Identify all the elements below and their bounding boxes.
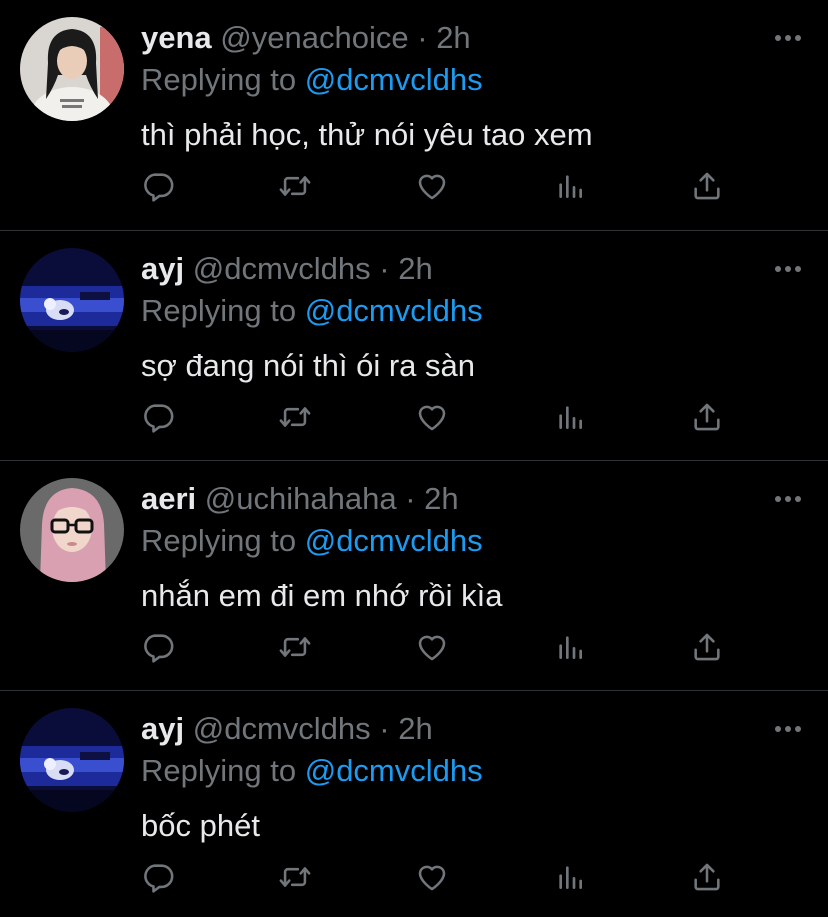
replying-to-label: Replying to: [141, 523, 297, 558]
retweet-icon: [278, 169, 312, 203]
reply-button[interactable]: [133, 161, 183, 211]
user-handle[interactable]: @uchihahaha: [205, 481, 397, 516]
heart-icon: [415, 860, 449, 894]
replying-to-label: Replying to: [141, 753, 297, 788]
timestamp[interactable]: 2h: [424, 481, 458, 516]
like-button[interactable]: [407, 161, 457, 211]
display-name[interactable]: aeri: [141, 481, 196, 516]
avatar-yena[interactable]: [20, 17, 124, 121]
more-horizontal-icon: [770, 26, 806, 50]
avatar-ayj[interactable]: [20, 248, 124, 352]
separator-dot: ·: [379, 251, 390, 286]
tweet-text: bốc phét: [141, 808, 260, 843]
timestamp[interactable]: 2h: [398, 251, 432, 286]
replying-to-handle-link[interactable]: @dcmvcldhs: [305, 523, 483, 558]
display-name[interactable]: ayj: [141, 711, 184, 746]
reply-button[interactable]: [133, 852, 183, 902]
avatar-aeri[interactable]: [20, 478, 124, 582]
display-name[interactable]: yena: [141, 20, 212, 55]
retweet-icon: [278, 860, 312, 894]
views-button[interactable]: [545, 852, 595, 902]
replying-to: Replying to @dcmvcldhs: [141, 60, 483, 100]
views-button[interactable]: [545, 622, 595, 672]
more-options-button[interactable]: [770, 26, 806, 50]
retweet-icon: [278, 630, 312, 664]
tweet-actions: [0, 161, 828, 211]
user-handle[interactable]: @yenachoice: [220, 20, 408, 55]
reply-button[interactable]: [133, 392, 183, 442]
tweet-header: aeri @uchihahaha · 2h: [141, 479, 459, 519]
timestamp[interactable]: 2h: [436, 20, 470, 55]
reply-thread: yena @yenachoice · 2h Replying to @dcmvc…: [0, 0, 828, 917]
views-button[interactable]: [545, 392, 595, 442]
tweet-actions: [0, 392, 828, 442]
tweet-actions: [0, 852, 828, 902]
more-horizontal-icon: [770, 257, 806, 281]
share-icon: [690, 400, 724, 434]
tweet-actions: [0, 622, 828, 672]
share-button[interactable]: [682, 161, 732, 211]
timestamp[interactable]: 2h: [398, 711, 432, 746]
reply-icon: [141, 860, 175, 894]
views-icon: [554, 401, 586, 433]
views-button[interactable]: [545, 161, 595, 211]
like-button[interactable]: [407, 392, 457, 442]
tweet-header: yena @yenachoice · 2h: [141, 18, 471, 58]
heart-icon: [415, 169, 449, 203]
separator-dot: ·: [379, 711, 390, 746]
tweet-0[interactable]: yena @yenachoice · 2h Replying to @dcmvc…: [0, 0, 828, 230]
tweet-text: sợ đang nói thì ói ra sàn: [141, 348, 475, 383]
share-icon: [690, 860, 724, 894]
replying-to-handle-link[interactable]: @dcmvcldhs: [305, 753, 483, 788]
replying-to: Replying to @dcmvcldhs: [141, 291, 483, 331]
tweet-header: ayj @dcmvcldhs · 2h: [141, 709, 433, 749]
replying-to-label: Replying to: [141, 293, 297, 328]
replying-to: Replying to @dcmvcldhs: [141, 521, 483, 561]
tweet-2[interactable]: aeri @uchihahaha · 2h Replying to @dcmvc…: [0, 461, 828, 690]
retweet-button[interactable]: [270, 392, 320, 442]
like-button[interactable]: [407, 622, 457, 672]
like-button[interactable]: [407, 852, 457, 902]
heart-icon: [415, 630, 449, 664]
views-icon: [554, 170, 586, 202]
replying-to-handle-link[interactable]: @dcmvcldhs: [305, 62, 483, 97]
separator-dot: ·: [417, 20, 428, 55]
tweet-text: thì phải học, thử nói yêu tao xem: [141, 117, 593, 152]
user-handle[interactable]: @dcmvcldhs: [193, 251, 371, 286]
more-options-button[interactable]: [770, 487, 806, 511]
more-options-button[interactable]: [770, 717, 806, 741]
replying-to: Replying to @dcmvcldhs: [141, 751, 483, 791]
retweet-button[interactable]: [270, 622, 320, 672]
views-icon: [554, 631, 586, 663]
separator-dot: ·: [405, 481, 416, 516]
retweet-icon: [278, 400, 312, 434]
replying-to-label: Replying to: [141, 62, 297, 97]
more-options-button[interactable]: [770, 257, 806, 281]
share-button[interactable]: [682, 852, 732, 902]
tweet-1[interactable]: ayj @dcmvcldhs · 2h Replying to @dcmvcld…: [0, 231, 828, 460]
display-name[interactable]: ayj: [141, 251, 184, 286]
reply-button[interactable]: [133, 622, 183, 672]
more-horizontal-icon: [770, 487, 806, 511]
tweet-header: ayj @dcmvcldhs · 2h: [141, 249, 433, 289]
heart-icon: [415, 400, 449, 434]
reply-icon: [141, 169, 175, 203]
share-button[interactable]: [682, 622, 732, 672]
tweet-text: nhắn em đi em nhớ rồi kìa: [141, 578, 503, 613]
share-icon: [690, 169, 724, 203]
reply-icon: [141, 630, 175, 664]
retweet-button[interactable]: [270, 161, 320, 211]
more-horizontal-icon: [770, 717, 806, 741]
share-icon: [690, 630, 724, 664]
avatar-ayj[interactable]: [20, 708, 124, 812]
reply-icon: [141, 400, 175, 434]
views-icon: [554, 861, 586, 893]
tweet-3[interactable]: ayj @dcmvcldhs · 2h Replying to @dcmvcld…: [0, 691, 828, 917]
replying-to-handle-link[interactable]: @dcmvcldhs: [305, 293, 483, 328]
retweet-button[interactable]: [270, 852, 320, 902]
user-handle[interactable]: @dcmvcldhs: [193, 711, 371, 746]
share-button[interactable]: [682, 392, 732, 442]
